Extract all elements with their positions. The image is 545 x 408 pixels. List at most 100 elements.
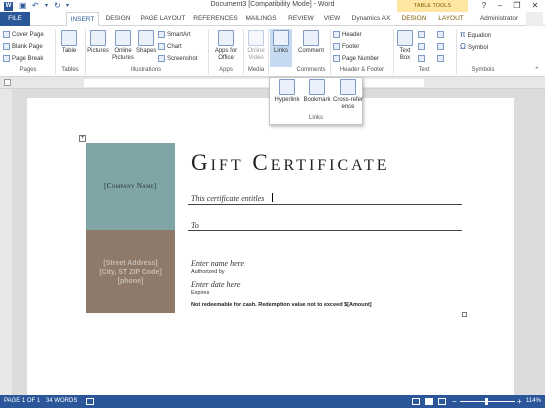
- footer-button[interactable]: Footer: [333, 42, 359, 52]
- chart-icon: [158, 42, 165, 50]
- text-box-icon: [397, 30, 413, 46]
- vertical-ruler[interactable]: [0, 89, 12, 395]
- bookmark-icon: [309, 79, 325, 95]
- cover-page-button[interactable]: Cover Page: [3, 30, 44, 40]
- disclaimer-text[interactable]: Not redeemable for cash. Redemption valu…: [191, 302, 372, 308]
- user-account[interactable]: Administrator: [474, 12, 524, 26]
- apps-for-office-button[interactable]: Apps for Office: [211, 30, 241, 62]
- undo-dropdown-icon[interactable]: ▾: [45, 2, 48, 9]
- shapes-icon: [138, 30, 154, 46]
- online-video-button[interactable]: Online Video: [245, 30, 267, 62]
- tab-design[interactable]: DESIGN: [103, 12, 133, 26]
- page-break-icon: [3, 54, 10, 62]
- group-label-illustrations: Illustrations: [130, 67, 162, 73]
- pi-icon: π: [460, 30, 466, 39]
- hyperlink-icon: [279, 79, 295, 95]
- wordart-icon: [418, 42, 425, 50]
- bookmark-button[interactable]: Bookmark: [301, 79, 333, 104]
- tab-table-layout[interactable]: LAYOUT: [436, 12, 466, 26]
- table-move-handle-icon[interactable]: +: [79, 135, 86, 142]
- object-button[interactable]: [437, 54, 446, 64]
- entitles-text[interactable]: This certificate entitles: [191, 194, 264, 203]
- web-layout-icon[interactable]: [438, 398, 446, 405]
- comment-button[interactable]: Comment: [296, 30, 326, 55]
- screenshot-button[interactable]: Screenshot: [158, 54, 197, 64]
- chart-button[interactable]: Chart: [158, 42, 182, 52]
- group-label-header-footer: Header & Footer: [339, 67, 385, 73]
- group-label-symbols: Symbols: [471, 67, 495, 73]
- zoom-level[interactable]: 114%: [526, 395, 541, 408]
- drop-cap-button[interactable]: [418, 54, 427, 64]
- blank-page-icon: [3, 42, 10, 50]
- comment-icon: [303, 30, 319, 46]
- certificate-title[interactable]: Gift Certificate: [191, 150, 461, 176]
- quick-parts-button[interactable]: [418, 30, 427, 40]
- company-name[interactable]: [Company Name]: [86, 182, 175, 190]
- group-label-comments: Comments: [296, 67, 326, 73]
- table-resize-handle-icon[interactable]: [462, 312, 467, 317]
- word-count-status[interactable]: 34 WORDS: [46, 395, 77, 408]
- proofing-icon[interactable]: [86, 398, 94, 405]
- tab-selector-icon[interactable]: [4, 79, 11, 86]
- wordart-button[interactable]: [418, 42, 427, 52]
- to-label[interactable]: To: [191, 221, 199, 230]
- links-button[interactable]: Links: [270, 29, 292, 67]
- links-icon: [273, 30, 289, 46]
- help-button[interactable]: ?: [476, 0, 492, 12]
- restore-button[interactable]: ❐: [509, 0, 525, 12]
- address-block[interactable]: [Street Address] [City, ST ZIP Code] [ph…: [86, 259, 175, 286]
- table-tools-contextual-label: TABLE TOOLS: [397, 0, 468, 12]
- page-break-button[interactable]: Page Break: [3, 54, 43, 64]
- user-avatar[interactable]: [526, 12, 543, 26]
- text-box-button[interactable]: Text Box: [396, 30, 414, 62]
- undo-icon[interactable]: ↶: [32, 1, 39, 10]
- signature-line-icon: [437, 30, 444, 38]
- hyperlink-button[interactable]: Hyperlink: [272, 79, 302, 104]
- text-cursor: [272, 193, 273, 202]
- tab-file[interactable]: FILE: [0, 12, 30, 26]
- omega-icon: Ω: [460, 42, 466, 51]
- pictures-button[interactable]: Pictures: [87, 30, 109, 55]
- tab-insert[interactable]: INSERT: [66, 12, 99, 27]
- save-icon[interactable]: ▣: [19, 1, 27, 10]
- group-label-apps: Apps: [219, 67, 233, 73]
- customize-quick-access-icon[interactable]: ▾: [66, 2, 69, 9]
- authorized-by-label: Authorized by: [191, 269, 225, 275]
- street-address: [Street Address]: [103, 260, 158, 267]
- tab-mailings[interactable]: MAILINGS: [241, 12, 281, 26]
- tab-view[interactable]: VIEW: [320, 12, 344, 26]
- minimize-button[interactable]: –: [492, 0, 508, 12]
- equation-button[interactable]: π Equation: [460, 30, 491, 40]
- tab-dynamics-ax[interactable]: Dynamics AX: [347, 12, 395, 26]
- page-number-button[interactable]: Page Number: [333, 54, 379, 64]
- read-mode-icon[interactable]: [412, 398, 420, 405]
- smartart-button[interactable]: SmartArt: [158, 30, 191, 40]
- cross-reference-button[interactable]: Cross-reference: [333, 79, 363, 111]
- signature-line-button[interactable]: [437, 30, 446, 40]
- ruler-text-area: [84, 79, 424, 87]
- zoom-in-icon[interactable]: +: [517, 395, 522, 408]
- name-placeholder[interactable]: Enter name here: [191, 259, 244, 268]
- table-button[interactable]: Table: [58, 30, 80, 55]
- tab-table-design[interactable]: DESIGN: [399, 12, 429, 26]
- quick-parts-icon: [418, 30, 425, 38]
- blank-page-button[interactable]: Blank Page: [3, 42, 43, 52]
- zoom-slider-thumb[interactable]: [485, 398, 488, 405]
- tab-review[interactable]: REVIEW: [284, 12, 318, 26]
- header-button[interactable]: Header: [333, 30, 362, 40]
- date-time-button[interactable]: [437, 42, 446, 52]
- zoom-out-icon[interactable]: −: [452, 395, 457, 408]
- date-placeholder[interactable]: Enter date here: [191, 280, 240, 289]
- tab-references[interactable]: REFERENCES: [193, 12, 238, 26]
- redo-icon[interactable]: ↻: [54, 1, 61, 10]
- footer-icon: [333, 42, 340, 50]
- screenshot-icon: [158, 54, 165, 62]
- page-count-status[interactable]: PAGE 1 OF 1: [4, 395, 40, 408]
- symbol-button[interactable]: Ω Symbol: [460, 42, 488, 52]
- tab-page-layout[interactable]: PAGE LAYOUT: [137, 12, 189, 26]
- online-pictures-button[interactable]: Online Pictures: [111, 30, 135, 62]
- close-button[interactable]: ✕: [527, 0, 543, 12]
- collapse-ribbon-icon[interactable]: ⌃: [534, 66, 540, 74]
- print-layout-icon[interactable]: [425, 398, 433, 405]
- shapes-button[interactable]: Shapes: [136, 30, 156, 55]
